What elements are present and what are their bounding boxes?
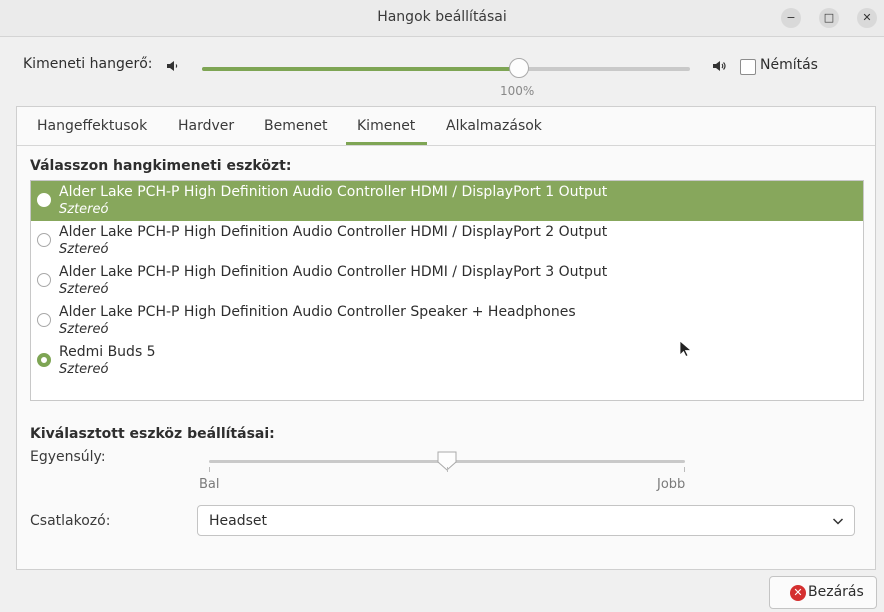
chevron-down-icon (832, 518, 844, 525)
speaker-low-icon (167, 61, 178, 71)
output-volume-value: 100% (500, 84, 535, 98)
device-radio[interactable] (37, 193, 51, 207)
tab-output[interactable]: Kimenet (357, 118, 415, 134)
device-radio-checked[interactable] (37, 353, 51, 367)
device-name: Alder Lake PCH-P High Definition Audio C… (59, 224, 608, 240)
output-volume-knob[interactable] (508, 57, 530, 79)
device-radio[interactable] (37, 233, 51, 247)
mute-label[interactable]: Némítás (760, 57, 818, 73)
active-tab-indicator (346, 142, 427, 145)
speaker-high-icon (713, 61, 726, 71)
title-bar: Hangok beállításai − □ ✕ (0, 0, 884, 37)
output-device-item[interactable]: Alder Lake PCH-P High Definition Audio C… (31, 261, 863, 301)
output-volume-fill (202, 67, 520, 71)
connector-label: Csatlakozó: (30, 513, 111, 529)
device-profile: Sztereó (59, 282, 109, 297)
output-device-item[interactable]: Redmi Buds 5 Sztereó (31, 341, 863, 381)
device-name: Alder Lake PCH-P High Definition Audio C… (59, 264, 608, 280)
balance-left-label: Bal (199, 477, 220, 492)
device-name: Redmi Buds 5 (59, 344, 156, 360)
output-volume-label: Kimeneti hangerő: (23, 56, 153, 72)
close-window-button[interactable]: ✕ (857, 8, 877, 28)
device-name: Alder Lake PCH-P High Definition Audio C… (59, 184, 608, 200)
device-settings-title: Kiválasztott eszköz beállításai: (30, 426, 275, 442)
device-radio[interactable] (37, 313, 51, 327)
output-volume-slider[interactable] (202, 58, 690, 78)
balance-label: Egyensúly: (30, 449, 106, 465)
output-device-item[interactable]: Alder Lake PCH-P High Definition Audio C… (31, 221, 863, 261)
tab-bar: Hangeffektusok Hardver Bemenet Kimenet A… (17, 107, 875, 146)
connector-select[interactable]: Headset (197, 505, 855, 536)
close-icon: ✕ (790, 585, 806, 601)
balance-right-label: Jobb (657, 477, 686, 492)
device-profile: Sztereó (59, 362, 109, 377)
settings-panel: Hangeffektusok Hardver Bemenet Kimenet A… (16, 106, 876, 570)
output-device-item[interactable]: Alder Lake PCH-P High Definition Audio C… (31, 181, 863, 221)
tab-input[interactable]: Bemenet (264, 118, 327, 134)
maximize-button[interactable]: □ (819, 8, 839, 28)
tab-sound-effects[interactable]: Hangeffektusok (37, 118, 147, 134)
window-title: Hangok beállításai (377, 9, 507, 25)
mouse-cursor-icon (679, 340, 691, 358)
close-button[interactable]: ✕ Bezárás (769, 576, 877, 609)
tab-hardware[interactable]: Hardver (178, 118, 234, 134)
tab-applications[interactable]: Alkalmazások (446, 118, 542, 134)
device-profile: Sztereó (59, 242, 109, 257)
balance-slider[interactable] (209, 451, 685, 471)
device-profile: Sztereó (59, 202, 109, 217)
minimize-button[interactable]: − (781, 8, 801, 28)
output-device-list: Alder Lake PCH-P High Definition Audio C… (30, 180, 864, 401)
device-profile: Sztereó (59, 322, 109, 337)
output-device-title: Válasszon hangkimeneti eszközt: (30, 158, 292, 174)
balance-tick-center (447, 467, 448, 472)
connector-value: Headset (209, 513, 268, 529)
device-radio[interactable] (37, 273, 51, 287)
balance-tick-left (209, 467, 210, 472)
device-name: Alder Lake PCH-P High Definition Audio C… (59, 304, 576, 320)
balance-tick-right (684, 467, 685, 472)
mute-checkbox[interactable] (740, 59, 756, 75)
close-button-label: Bezárás (808, 584, 864, 600)
output-device-item[interactable]: Alder Lake PCH-P High Definition Audio C… (31, 301, 863, 341)
